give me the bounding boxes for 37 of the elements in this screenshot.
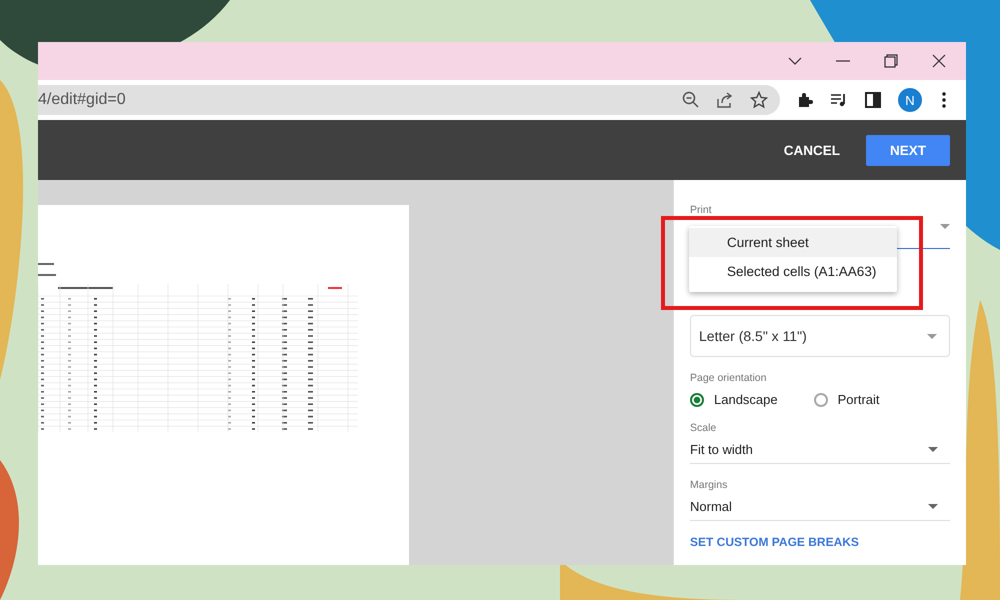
select-value: Fit to width bbox=[690, 442, 753, 457]
select-value: Letter (8.5" x 11") bbox=[699, 328, 807, 344]
custom-page-breaks-link[interactable]: SET CUSTOM PAGE BREAKS bbox=[690, 535, 950, 549]
select-value: Normal bbox=[690, 499, 732, 514]
address-bar[interactable]: 4/edit#gid=0 bbox=[38, 85, 780, 115]
field-label: Print bbox=[690, 204, 712, 216]
radio-icon[interactable] bbox=[690, 392, 704, 406]
caret-icon bbox=[927, 334, 937, 338]
section-label: Margins bbox=[690, 479, 728, 491]
media-queue-icon[interactable] bbox=[830, 91, 848, 109]
radio-label: Landscape bbox=[714, 392, 778, 407]
menu-item[interactable]: Selected cells (A1:AA63) bbox=[689, 257, 897, 286]
next-button[interactable]: NEXT bbox=[866, 134, 950, 166]
section-label: Page orientation bbox=[690, 372, 768, 384]
puzzle-piece-icon[interactable] bbox=[796, 91, 814, 109]
zoom-out-icon[interactable] bbox=[682, 91, 700, 109]
url-text: 4/edit#gid=0 bbox=[38, 91, 126, 109]
orientation-radio[interactable]: Landscape bbox=[690, 392, 778, 407]
section-label: Scale bbox=[690, 422, 718, 434]
share-icon[interactable] bbox=[716, 91, 734, 109]
radio-icon[interactable] bbox=[814, 392, 828, 406]
orientation-radio[interactable]: Portrait bbox=[814, 392, 880, 407]
menu-item[interactable]: Current sheet bbox=[689, 228, 897, 257]
close-icon[interactable] bbox=[932, 54, 946, 68]
restore-icon[interactable] bbox=[884, 54, 898, 68]
caret-icon bbox=[940, 224, 950, 228]
side-panel-icon[interactable] bbox=[864, 91, 882, 109]
paper-size-select[interactable]: Letter (8.5" x 11") bbox=[690, 315, 950, 357]
margins-select[interactable]: Normal bbox=[690, 499, 950, 521]
more-options-icon[interactable] bbox=[942, 92, 946, 108]
caret-icon bbox=[928, 504, 938, 509]
caret-icon bbox=[928, 447, 938, 452]
star-icon[interactable] bbox=[750, 91, 768, 109]
cancel-button[interactable]: CANCEL bbox=[778, 134, 846, 166]
scale-select[interactable]: Fit to width bbox=[690, 442, 950, 464]
profile-avatar[interactable]: N bbox=[898, 88, 922, 112]
radio-label: Portrait bbox=[838, 392, 880, 407]
